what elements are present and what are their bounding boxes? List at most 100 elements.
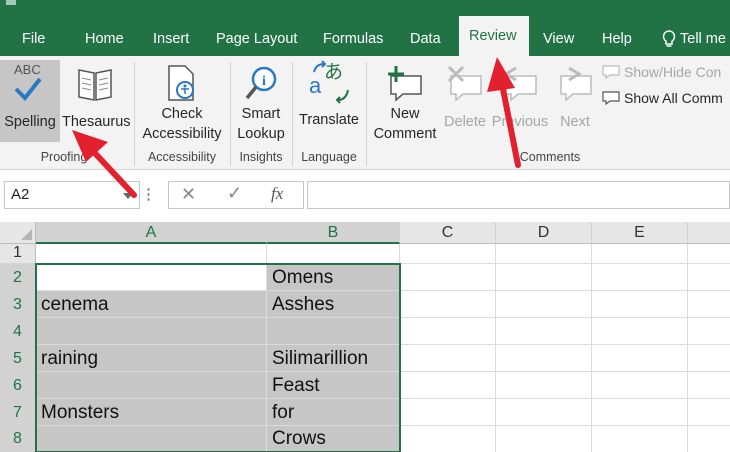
- thesaurus-label: Thesaurus: [62, 114, 131, 130]
- tell-me-search[interactable]: Tell me: [662, 29, 726, 49]
- name-box[interactable]: A2: [4, 181, 140, 209]
- formula-input[interactable]: [307, 181, 730, 209]
- formula-buttons: ✕ ✓ fx: [168, 181, 304, 209]
- cell-a7[interactable]: Monsters: [36, 399, 267, 426]
- divider: [134, 62, 135, 166]
- worksheet-grid: A B C D E 1 2 3 4 5 6 7 8 cenema raining…: [0, 222, 730, 452]
- tab-review[interactable]: Review: [459, 16, 529, 56]
- cell-a2[interactable]: [36, 264, 267, 291]
- formula-bar: A2 ✕ ✓ fx: [0, 171, 730, 219]
- show-hide-comment-button[interactable]: Show/Hide Con: [602, 64, 721, 80]
- check-accessibility-label-2: Accessibility: [142, 126, 222, 142]
- ribbon-tab-bar: File Home Insert Page Layout Formulas Da…: [0, 0, 730, 56]
- cancel-icon[interactable]: ✕: [181, 184, 196, 205]
- next-comment-icon: [560, 66, 592, 102]
- thesaurus-button[interactable]: Thesaurus: [62, 60, 131, 142]
- show-hide-comment-icon: [602, 65, 620, 79]
- spelling-icon: ABC: [0, 60, 60, 106]
- cell-b5[interactable]: Silimarillion: [267, 345, 400, 372]
- smart-lookup-button[interactable]: i Smart Lookup: [233, 60, 289, 142]
- tab-home[interactable]: Home: [85, 29, 124, 49]
- quick-access-icon[interactable]: [6, 0, 16, 5]
- row-header-7[interactable]: 7: [0, 399, 36, 426]
- new-comment-label-1: New: [390, 106, 420, 122]
- group-proofing-label: Proofing: [40, 150, 88, 164]
- row-header-2[interactable]: 2: [0, 264, 36, 291]
- translate-label: Translate: [299, 112, 359, 128]
- previous-comment-icon: [503, 66, 537, 102]
- check-accessibility-label-1: Check: [161, 106, 203, 122]
- show-all-label: Show All Comm: [624, 90, 723, 106]
- next-label: Next: [560, 114, 590, 130]
- column-header-e[interactable]: E: [592, 222, 688, 244]
- column-header-d[interactable]: D: [496, 222, 592, 244]
- row-header-5[interactable]: 5: [0, 345, 36, 372]
- spelling-button[interactable]: ABC Spelling: [0, 60, 60, 142]
- show-all-comments-icon: [602, 91, 620, 105]
- previous-label: Previous: [491, 114, 549, 130]
- search-icon: i: [245, 66, 277, 100]
- column-header-b[interactable]: B: [267, 222, 400, 244]
- cell-a4[interactable]: [36, 318, 267, 345]
- cell-a5[interactable]: raining: [36, 345, 267, 372]
- svg-text:i: i: [262, 74, 266, 89]
- name-box-value: A2: [11, 186, 30, 203]
- cell-b4[interactable]: [267, 318, 400, 345]
- splitter-handle[interactable]: [147, 187, 150, 203]
- check-accessibility-button[interactable]: Check Accessibility: [138, 60, 226, 142]
- row-header-1[interactable]: 1: [0, 244, 36, 264]
- tab-file[interactable]: File: [22, 29, 45, 49]
- cell-b2[interactable]: Omens: [267, 264, 400, 291]
- accessibility-icon: [168, 65, 194, 101]
- show-all-comments-button[interactable]: Show All Comm: [602, 90, 723, 106]
- tab-page-layout[interactable]: Page Layout: [216, 29, 297, 49]
- title-bar-strip: [0, 0, 730, 16]
- cell-a6[interactable]: [36, 372, 267, 399]
- cell-b6[interactable]: Feast: [267, 372, 400, 399]
- tab-formulas[interactable]: Formulas: [323, 29, 383, 49]
- enter-icon[interactable]: ✓: [227, 183, 242, 204]
- chevron-down-icon[interactable]: [123, 193, 133, 199]
- row-header-4[interactable]: 4: [0, 318, 36, 345]
- show-hide-label: Show/Hide Con: [624, 64, 722, 80]
- divider: [292, 62, 293, 166]
- row-header-8[interactable]: 8: [0, 426, 36, 452]
- translate-button[interactable]: あ a Translate: [296, 60, 362, 142]
- cell-a8[interactable]: [36, 426, 267, 452]
- cell-b3[interactable]: Asshes: [267, 291, 400, 318]
- cell-b1[interactable]: [267, 244, 400, 264]
- tab-view[interactable]: View: [543, 29, 574, 49]
- lightbulb-icon: [662, 30, 676, 47]
- translate-icon: あ a: [296, 60, 362, 106]
- smart-lookup-label-1: Smart: [241, 106, 281, 122]
- new-comment-button[interactable]: New Comment: [368, 60, 442, 142]
- row-header-3[interactable]: 3: [0, 291, 36, 318]
- group-language-label: Language: [301, 150, 357, 164]
- previous-comment-button[interactable]: Previous: [490, 60, 550, 142]
- insert-function-icon[interactable]: fx: [271, 184, 283, 204]
- column-header-blank[interactable]: [688, 222, 730, 244]
- next-comment-button[interactable]: Next: [552, 60, 598, 142]
- tab-data[interactable]: Data: [410, 29, 441, 49]
- spelling-label: Spelling: [4, 114, 56, 130]
- group-accessibility-label: Accessibility: [147, 150, 217, 164]
- column-header-a[interactable]: A: [36, 222, 267, 244]
- cell-b8[interactable]: Crows: [267, 426, 400, 452]
- tab-help[interactable]: Help: [602, 29, 632, 49]
- row-header-6[interactable]: 6: [0, 372, 36, 399]
- tell-me-label: Tell me: [680, 31, 726, 47]
- select-all-button[interactable]: [0, 222, 36, 244]
- column-header-c[interactable]: C: [400, 222, 496, 244]
- new-comment-icon: [388, 66, 422, 102]
- cell-b7[interactable]: for: [267, 399, 400, 426]
- group-comments-label: Comments: [519, 150, 581, 164]
- delete-comment-icon: [447, 65, 482, 102]
- divider: [366, 62, 367, 166]
- empty-cells-area[interactable]: [400, 244, 730, 452]
- tab-insert[interactable]: Insert: [153, 29, 189, 49]
- new-comment-label-2: Comment: [373, 126, 437, 142]
- cell-a3[interactable]: cenema: [36, 291, 267, 318]
- smart-lookup-label-2: Lookup: [237, 126, 285, 142]
- cell-a1[interactable]: [36, 244, 267, 264]
- delete-comment-button[interactable]: Delete: [442, 60, 488, 142]
